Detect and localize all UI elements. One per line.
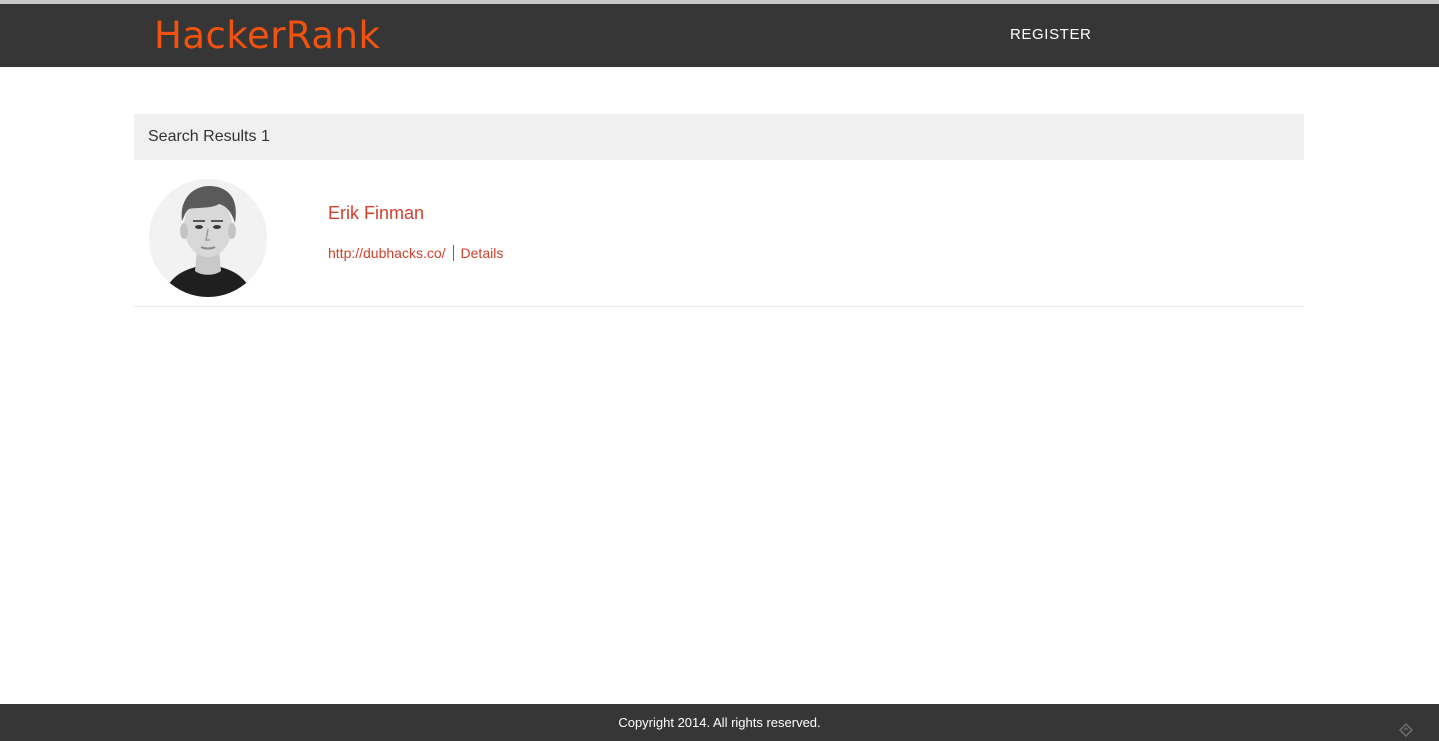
resize-grip-icon[interactable]	[1396, 720, 1416, 740]
avatar[interactable]	[149, 179, 267, 297]
website-link[interactable]: http://dubhacks.co/	[328, 244, 446, 262]
list-item: Erik Finman http://dubhacks.co/ Details	[134, 160, 1304, 307]
brand-logo[interactable]: HackerRank	[154, 15, 380, 57]
link-separator	[452, 245, 454, 261]
page-footer: Copyright 2014. All rights reserved.	[0, 704, 1439, 741]
search-results-header: Search Results 1	[134, 114, 1304, 160]
details-link[interactable]: Details	[461, 244, 504, 262]
register-link[interactable]: REGISTER	[1010, 25, 1091, 45]
copyright-text: Copyright 2014. All rights reserved.	[618, 715, 821, 730]
top-navbar: HackerRank REGISTER	[0, 4, 1439, 67]
result-name-link[interactable]: Erik Finman	[328, 202, 424, 224]
search-results-title: Search Results 1	[148, 128, 270, 145]
result-links: http://dubhacks.co/ Details	[328, 244, 503, 262]
profile-photo-icon	[149, 179, 267, 297]
